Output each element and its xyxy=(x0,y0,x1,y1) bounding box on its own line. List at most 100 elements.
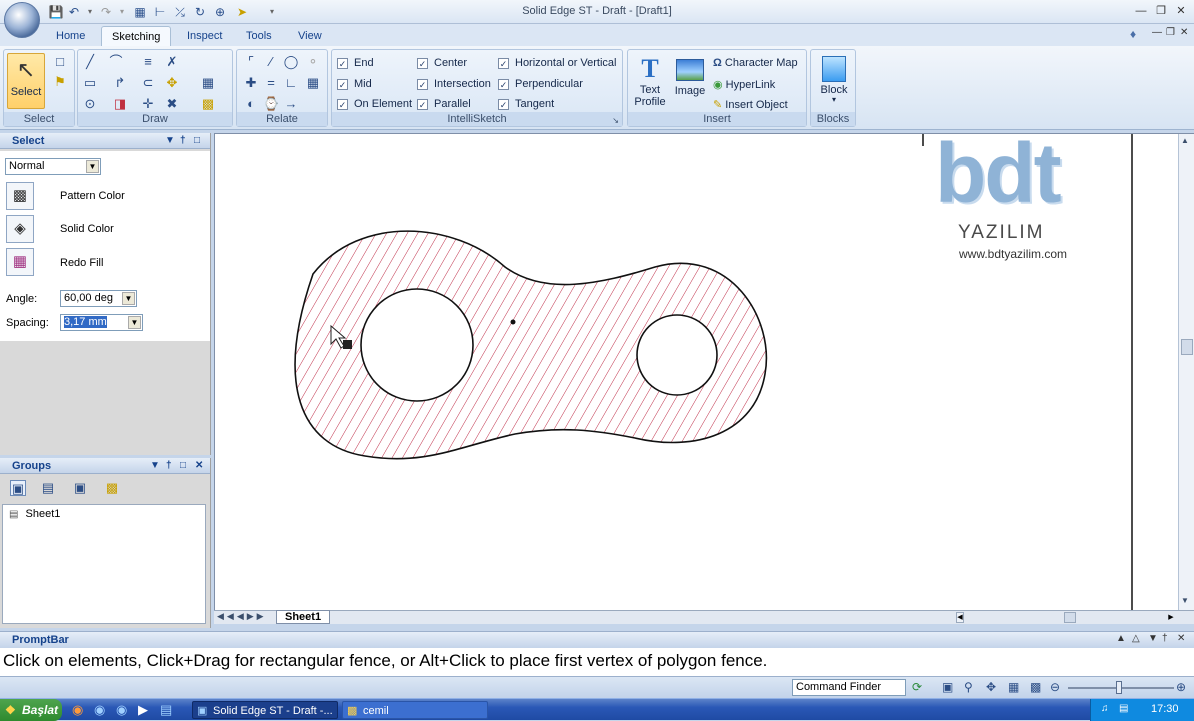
zoom-slider-thumb[interactable] xyxy=(1116,681,1122,694)
groups-menu-icon[interactable]: ▼ xyxy=(150,458,160,474)
doc-close-icon[interactable]: ✕ xyxy=(1180,27,1188,38)
parallel-checkbox[interactable]: ✓ xyxy=(417,99,428,110)
pane-menu-icon[interactable]: ▼ xyxy=(165,133,175,149)
spacing-dropdown-icon[interactable]: ▼ xyxy=(128,316,141,329)
close-icon[interactable]: ✕ xyxy=(1172,3,1190,19)
intellisketch-perpendicular[interactable]: ✓ Perpendicular xyxy=(498,78,583,90)
chamfer-icon[interactable]: ↱ xyxy=(112,75,128,91)
intellisketch-horizontal-vertical[interactable]: ✓ Horizontal or Vertical xyxy=(498,57,617,69)
angle-combobox[interactable]: 60,00 deg ▼ xyxy=(60,290,137,307)
layers-icon[interactable]: ▤ xyxy=(40,480,56,496)
network-icon[interactable]: ▤ xyxy=(1119,703,1128,714)
perpendicular-checkbox[interactable]: ✓ xyxy=(498,79,509,90)
connect-icon[interactable]: ⌜ xyxy=(243,54,259,70)
text-profile-button[interactable]: T Text Profile xyxy=(632,54,668,108)
intellisketch-parallel[interactable]: ✓ Parallel xyxy=(417,98,471,110)
tab-tools[interactable]: Tools xyxy=(236,26,282,46)
command-finder-input[interactable]: Command Finder xyxy=(792,679,906,696)
pane-maximize-icon[interactable]: □ xyxy=(194,133,200,149)
intellisketch-end[interactable]: ✓ End xyxy=(337,57,374,69)
large-hole[interactable] xyxy=(360,288,474,402)
fillet-icon[interactable]: ≡ xyxy=(140,54,156,70)
groups-pin-icon[interactable]: † xyxy=(166,458,172,474)
offset-icon[interactable]: ⊂ xyxy=(140,75,156,91)
dialog-launcher-icon[interactable]: ↘ xyxy=(612,116,619,125)
spacing-combobox[interactable]: 3,17 mm ▼ xyxy=(60,314,143,331)
prompt-pin-icon[interactable]: † xyxy=(1162,633,1168,644)
scroll-thumb[interactable] xyxy=(1181,339,1193,355)
tab-view[interactable]: View xyxy=(288,26,332,46)
arc-icon[interactable]: ⌒ xyxy=(108,54,124,70)
intersection-checkbox[interactable]: ✓ xyxy=(417,79,428,90)
zoom-in-icon[interactable]: ⊕ xyxy=(1176,680,1186,694)
horizontal-vertical-icon[interactable]: ✚ xyxy=(243,75,259,91)
hatch-icon[interactable]: ▩ xyxy=(200,96,216,112)
restore-icon[interactable]: ❐ xyxy=(1152,3,1170,19)
mid-checkbox[interactable]: ✓ xyxy=(337,79,348,90)
help-icon[interactable]: ♦ xyxy=(1130,27,1136,41)
prompt-menu-icon[interactable]: ▼ xyxy=(1148,633,1158,644)
hyperlink-button[interactable]: ◉ HyperLink xyxy=(713,78,775,91)
tangent-icon[interactable]: ◐ xyxy=(243,96,259,112)
move-icon[interactable]: ✥ xyxy=(164,75,180,91)
fit-icon[interactable]: ▦ xyxy=(1008,680,1019,694)
redo-fill-icon[interactable]: ▦ xyxy=(6,248,34,276)
hscroll-right-icon[interactable]: ▶ xyxy=(1166,612,1176,623)
tab-sketching[interactable]: Sketching xyxy=(101,26,172,46)
doc-restore-icon[interactable]: ❐ xyxy=(1166,27,1175,38)
volume-icon[interactable]: ♫ xyxy=(1101,703,1109,714)
group-properties-icon[interactable]: ▣ xyxy=(72,480,88,496)
select-tool-icon[interactable]: □ xyxy=(52,54,68,70)
parallel-icon[interactable]: ∕ xyxy=(263,54,279,70)
image-button[interactable]: Image xyxy=(672,54,708,97)
block-button[interactable]: Block ▾ xyxy=(814,54,854,104)
mode-dropdown-icon[interactable]: ▼ xyxy=(86,160,99,173)
symmetric-icon[interactable]: ▦ xyxy=(305,75,321,91)
tangent-checkbox[interactable]: ✓ xyxy=(498,99,509,110)
intellisketch-tangent[interactable]: ✓ Tangent xyxy=(498,98,554,110)
horizontal-vertical-checkbox[interactable]: ✓ xyxy=(498,58,509,69)
mode-combobox[interactable]: Normal ▼ xyxy=(5,158,101,175)
list-item[interactable]: ▤ Sheet1 xyxy=(9,508,60,520)
vertical-scrollbar[interactable]: ▲ ▼ xyxy=(1178,134,1194,610)
intellisketch-mid[interactable]: ✓ Mid xyxy=(337,78,372,90)
browser-icon[interactable]: ◉ xyxy=(94,702,105,718)
split-icon[interactable]: ✛ xyxy=(140,96,156,112)
intellisketch-intersection[interactable]: ✓ Intersection xyxy=(417,78,491,90)
firefox-icon[interactable]: ◉ xyxy=(72,702,83,718)
fill-icon[interactable]: ◨ xyxy=(112,96,128,112)
circle-icon[interactable]: ⊙ xyxy=(82,96,98,112)
minimize-icon[interactable]: — xyxy=(1132,3,1150,19)
pin-icon[interactable]: † xyxy=(180,133,186,149)
zoom-out-icon[interactable]: ⊖ xyxy=(1050,680,1060,694)
flag-icon[interactable]: ⚑ xyxy=(52,74,68,90)
group-folder-icon[interactable]: ▩ xyxy=(104,480,120,496)
scroll-down-icon[interactable]: ▼ xyxy=(1181,596,1189,605)
prompt-expand-icon[interactable]: ▲ xyxy=(1116,633,1126,644)
collinear-icon[interactable]: → xyxy=(283,96,299,112)
command-finder-go-icon[interactable]: ⟳ xyxy=(912,680,922,694)
tab-home[interactable]: Home xyxy=(46,26,95,46)
hscroll-thumb[interactable] xyxy=(1064,612,1076,623)
sheet-nav-icon[interactable]: ◀◀◀▶▶ xyxy=(217,611,267,622)
intellisketch-center[interactable]: ✓ Center xyxy=(417,57,467,69)
photoshop-icon[interactable]: ▤ xyxy=(160,702,172,718)
taskbar-folder[interactable]: ▩ cemil xyxy=(342,701,488,719)
center-point[interactable] xyxy=(510,319,516,325)
prompt-collapse-icon[interactable]: △ xyxy=(1132,633,1140,644)
insert-object-button[interactable]: ✎ Insert Object xyxy=(713,98,788,111)
prompt-close-icon[interactable]: ✕ xyxy=(1177,633,1185,644)
rigid-set-icon[interactable]: ⌚ xyxy=(263,96,279,112)
angle-dropdown-icon[interactable]: ▼ xyxy=(122,292,135,305)
scroll-up-icon[interactable]: ▲ xyxy=(1181,136,1189,145)
doc-minimize-icon[interactable]: — xyxy=(1152,27,1162,38)
rectangle-icon[interactable]: ▭ xyxy=(82,75,98,91)
view-icon[interactable]: ▩ xyxy=(1030,680,1041,694)
sheet-tab[interactable]: Sheet1 xyxy=(276,610,331,624)
trim-icon[interactable]: ✗ xyxy=(164,54,180,70)
zoom-area-icon[interactable]: ▣ xyxy=(942,680,953,694)
start-button[interactable]: ❖ Başlat xyxy=(0,699,62,721)
groups-maximize-icon[interactable]: □ xyxy=(180,458,186,474)
drawing-canvas[interactable]: bdt YAZILIM www.bdtyazilim.com xyxy=(214,128,1194,611)
application-button[interactable] xyxy=(4,2,40,38)
